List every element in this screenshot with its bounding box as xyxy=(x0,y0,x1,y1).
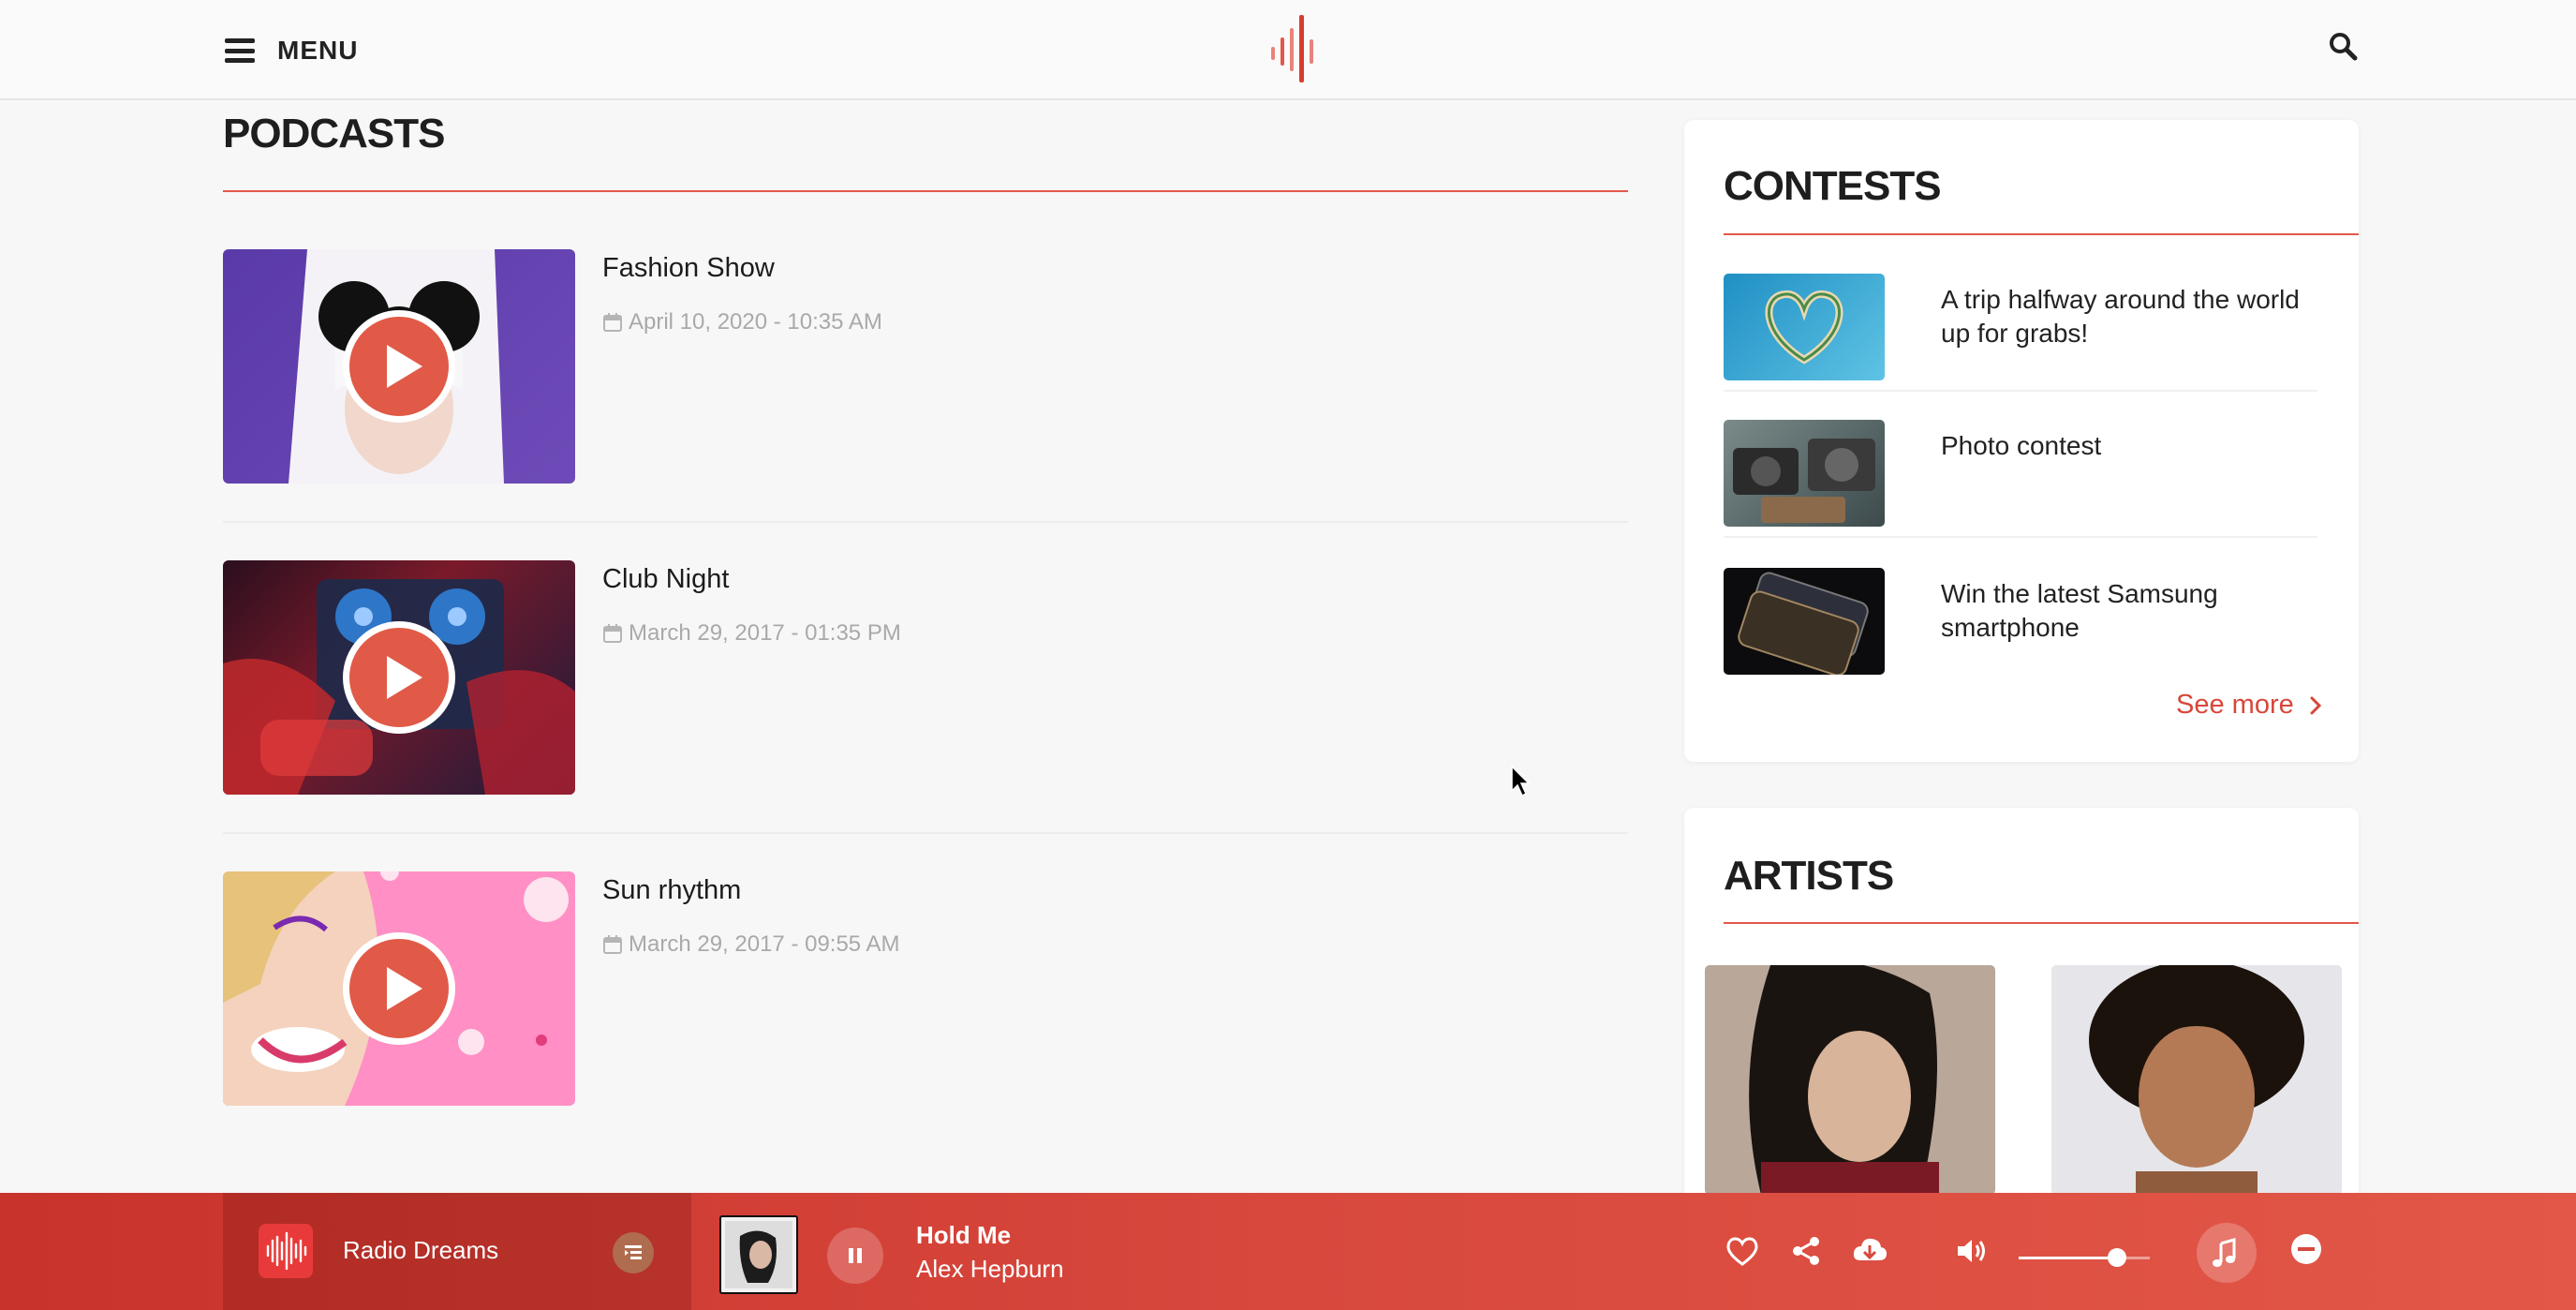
contest-image-cameras xyxy=(1733,439,1875,523)
contests-title: CONTESTS xyxy=(1724,163,1942,209)
logo-icon[interactable] xyxy=(1269,11,1318,86)
volume-slider[interactable] xyxy=(2019,1248,2150,1267)
chevron-right-icon xyxy=(2310,696,2321,714)
contest-thumbnail[interactable] xyxy=(1724,274,1885,380)
music-note-icon xyxy=(2213,1238,2236,1267)
artist-card[interactable] xyxy=(2051,965,2342,1195)
cloud-download-icon[interactable] xyxy=(1851,1234,1888,1268)
podcast-date-text: March 29, 2017 - 01:35 PM xyxy=(629,620,901,646)
mouse-cursor-icon xyxy=(1511,765,1531,797)
artists-title: ARTISTS xyxy=(1724,853,1894,899)
contest-title[interactable]: Photo contest xyxy=(1941,429,2316,463)
hamburger-icon xyxy=(225,38,255,63)
podcast-item-sun-rhythm[interactable]: Sun rhythm March 29, 2017 - 09:55 AM xyxy=(223,871,1628,1106)
podcast-divider xyxy=(223,521,1628,523)
track-title: Hold Me xyxy=(916,1221,1012,1249)
see-more-link[interactable]: See more xyxy=(2176,690,2322,721)
podcasts-title: PODCASTS xyxy=(223,111,445,156)
station-list-button[interactable] xyxy=(613,1232,654,1273)
music-button[interactable] xyxy=(2197,1223,2257,1283)
station-logo xyxy=(259,1224,313,1278)
top-bar: MENU xyxy=(0,0,2576,100)
podcast-title[interactable]: Club Night xyxy=(602,564,729,595)
podcast-date: March 29, 2017 - 01:35 PM xyxy=(602,620,901,647)
album-cover[interactable] xyxy=(719,1215,798,1294)
play-button[interactable] xyxy=(343,932,455,1045)
contest-divider xyxy=(1724,536,2317,538)
contest-image-smartphone xyxy=(1738,572,1869,675)
soundwave-icon xyxy=(266,1231,307,1271)
podcast-title[interactable]: Fashion Show xyxy=(602,253,775,284)
podcast-thumbnail[interactable] xyxy=(223,560,575,795)
volume-level xyxy=(2019,1257,2117,1259)
podcast-thumbnail[interactable] xyxy=(223,871,575,1106)
volume-icon[interactable] xyxy=(1954,1234,1991,1268)
contests-card: CONTESTS A trip halfway around the world… xyxy=(1684,120,2359,762)
track-artist: Alex Hepburn xyxy=(916,1255,1064,1283)
contest-image-heart-island xyxy=(1765,290,1843,365)
contest-item[interactable]: Photo contest xyxy=(1724,420,2317,566)
artists-card: ARTISTS xyxy=(1684,808,2359,1201)
station-name: Radio Dreams xyxy=(343,1236,499,1264)
player-bar: Radio Dreams Hold Me Alex Hepburn xyxy=(0,1193,2576,1310)
podcast-title[interactable]: Sun rhythm xyxy=(602,875,741,906)
heart-icon[interactable] xyxy=(1724,1234,1761,1268)
podcast-item-fashion-show[interactable]: Fashion Show April 10, 2020 - 10:35 AM xyxy=(223,249,1628,484)
artist-photo xyxy=(1705,965,1995,1195)
calendar-icon xyxy=(603,624,622,643)
podcast-divider xyxy=(223,832,1628,834)
volume-handle[interactable] xyxy=(2108,1248,2126,1267)
share-icon[interactable] xyxy=(1788,1234,1826,1268)
play-button[interactable] xyxy=(343,310,455,423)
see-more-label: See more xyxy=(2176,690,2294,720)
contest-title[interactable]: Win the latest Samsung smartphone xyxy=(1941,577,2316,645)
contest-thumbnail[interactable] xyxy=(1724,420,1885,527)
podcast-item-club-night[interactable]: Club Night March 29, 2017 - 01:35 PM xyxy=(223,560,1628,795)
pause-icon xyxy=(849,1248,862,1263)
calendar-icon xyxy=(603,935,622,954)
podcast-date-text: March 29, 2017 - 09:55 AM xyxy=(629,931,900,957)
station-panel[interactable]: Radio Dreams xyxy=(223,1193,691,1310)
minus-circle-icon[interactable] xyxy=(2289,1232,2323,1266)
podcast-thumbnail[interactable] xyxy=(223,249,575,484)
album-art xyxy=(721,1217,796,1292)
contest-item[interactable]: A trip halfway around the world up for g… xyxy=(1724,274,2317,420)
play-button[interactable] xyxy=(343,621,455,734)
contest-title[interactable]: A trip halfway around the world up for g… xyxy=(1941,283,2316,350)
contest-divider xyxy=(1724,390,2317,392)
menu-label: MENU xyxy=(277,36,359,65)
menu-button[interactable]: MENU xyxy=(225,32,358,69)
podcast-date: March 29, 2017 - 09:55 AM xyxy=(602,931,900,958)
podcasts-divider xyxy=(223,190,1628,192)
artist-photo xyxy=(2051,965,2342,1195)
podcast-date: April 10, 2020 - 10:35 AM xyxy=(602,309,882,335)
calendar-icon xyxy=(603,313,622,332)
podcast-date-text: April 10, 2020 - 10:35 AM xyxy=(629,309,882,335)
search-icon[interactable] xyxy=(2327,30,2359,62)
artists-divider xyxy=(1724,922,2359,924)
artist-card[interactable] xyxy=(1705,965,1995,1195)
contests-divider xyxy=(1724,233,2359,235)
list-icon xyxy=(625,1245,642,1259)
contest-thumbnail[interactable] xyxy=(1724,568,1885,675)
pause-button[interactable] xyxy=(827,1228,883,1284)
